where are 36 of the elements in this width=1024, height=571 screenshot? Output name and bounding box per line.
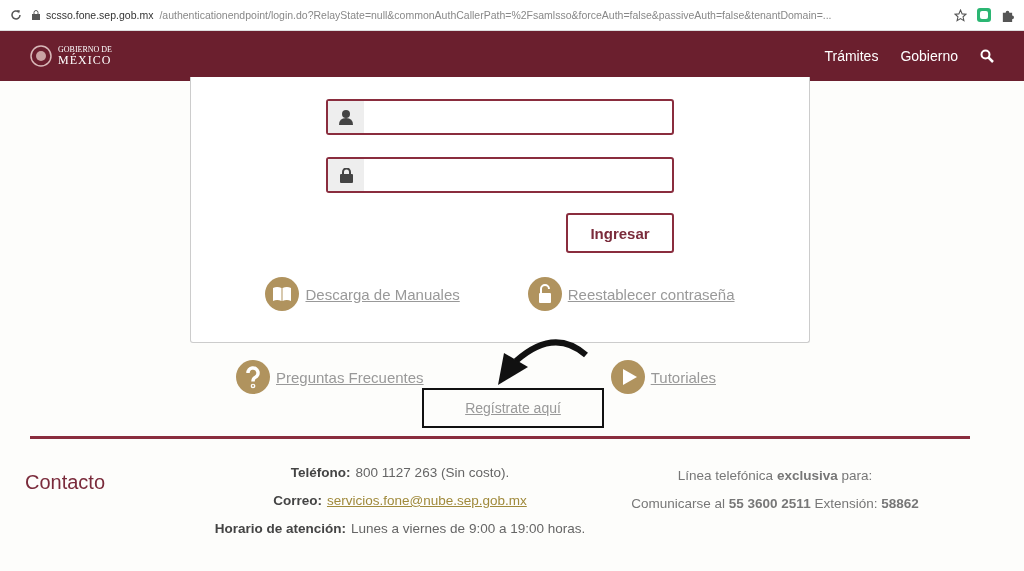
help-link[interactable]: Preguntas Frecuentes [276,368,424,386]
nav-link[interactable]: Gobierno [900,48,958,64]
contact-label: Horario de atención: [214,521,347,536]
username-field[interactable] [326,99,674,135]
question-icon [236,360,270,394]
nav-link[interactable]: Trámites [824,48,879,64]
help-link[interactable]: Tutoriales [650,368,716,386]
user-icon [339,109,353,125]
extension-icon[interactable] [977,8,991,22]
lock-icon [32,10,40,20]
card-link[interactable]: Reestablecer contraseña [567,285,735,303]
play-icon [610,360,645,394]
password-field[interactable] [326,157,674,193]
lock-icon [339,167,353,183]
puzzle-icon[interactable] [1001,8,1014,22]
email-link[interactable]: servicios.fone@nube.sep.gob.mx [326,493,527,508]
url-host[interactable]: scsso.fone.sep.gob.mx [46,9,154,21]
contact-value: Lunes a viernes de 9:00 a 19:00 horas. [351,521,586,536]
contact-label: Teléfono: [290,465,351,480]
hotline-text: Línea telefónica exclusiva para: [677,467,873,485]
reload-icon[interactable] [10,9,22,21]
unlock-icon [527,277,562,311]
logo-text: GOBIERNO DE [58,46,112,54]
contact-title: Contacto [25,471,107,495]
emblem-icon [30,45,52,67]
logo-title: MÉXICO [58,54,112,66]
card-link[interactable]: Descarga de Manuales [305,285,460,303]
contact-label: Correo: [273,493,322,508]
star-icon[interactable] [954,8,967,22]
hotline-text: Comunicarse al 55 3600 2511 Extensión: 58862 [631,495,919,514]
url-path[interactable]: /authenticationendpoint/login.do?RelayState=null&commonAuthCallerPath=%2Fsamlsso&forceAuth=false&passiveAuth=false&tenantDomain=... [159,9,832,21]
register-link[interactable]: Regístrate aquí [422,388,604,428]
search-icon[interactable] [980,49,994,63]
contact-value: 800 1127 263 (Sin costo). [355,465,510,480]
book-icon [265,277,300,311]
login-button[interactable]: Ingresar [566,213,674,253]
